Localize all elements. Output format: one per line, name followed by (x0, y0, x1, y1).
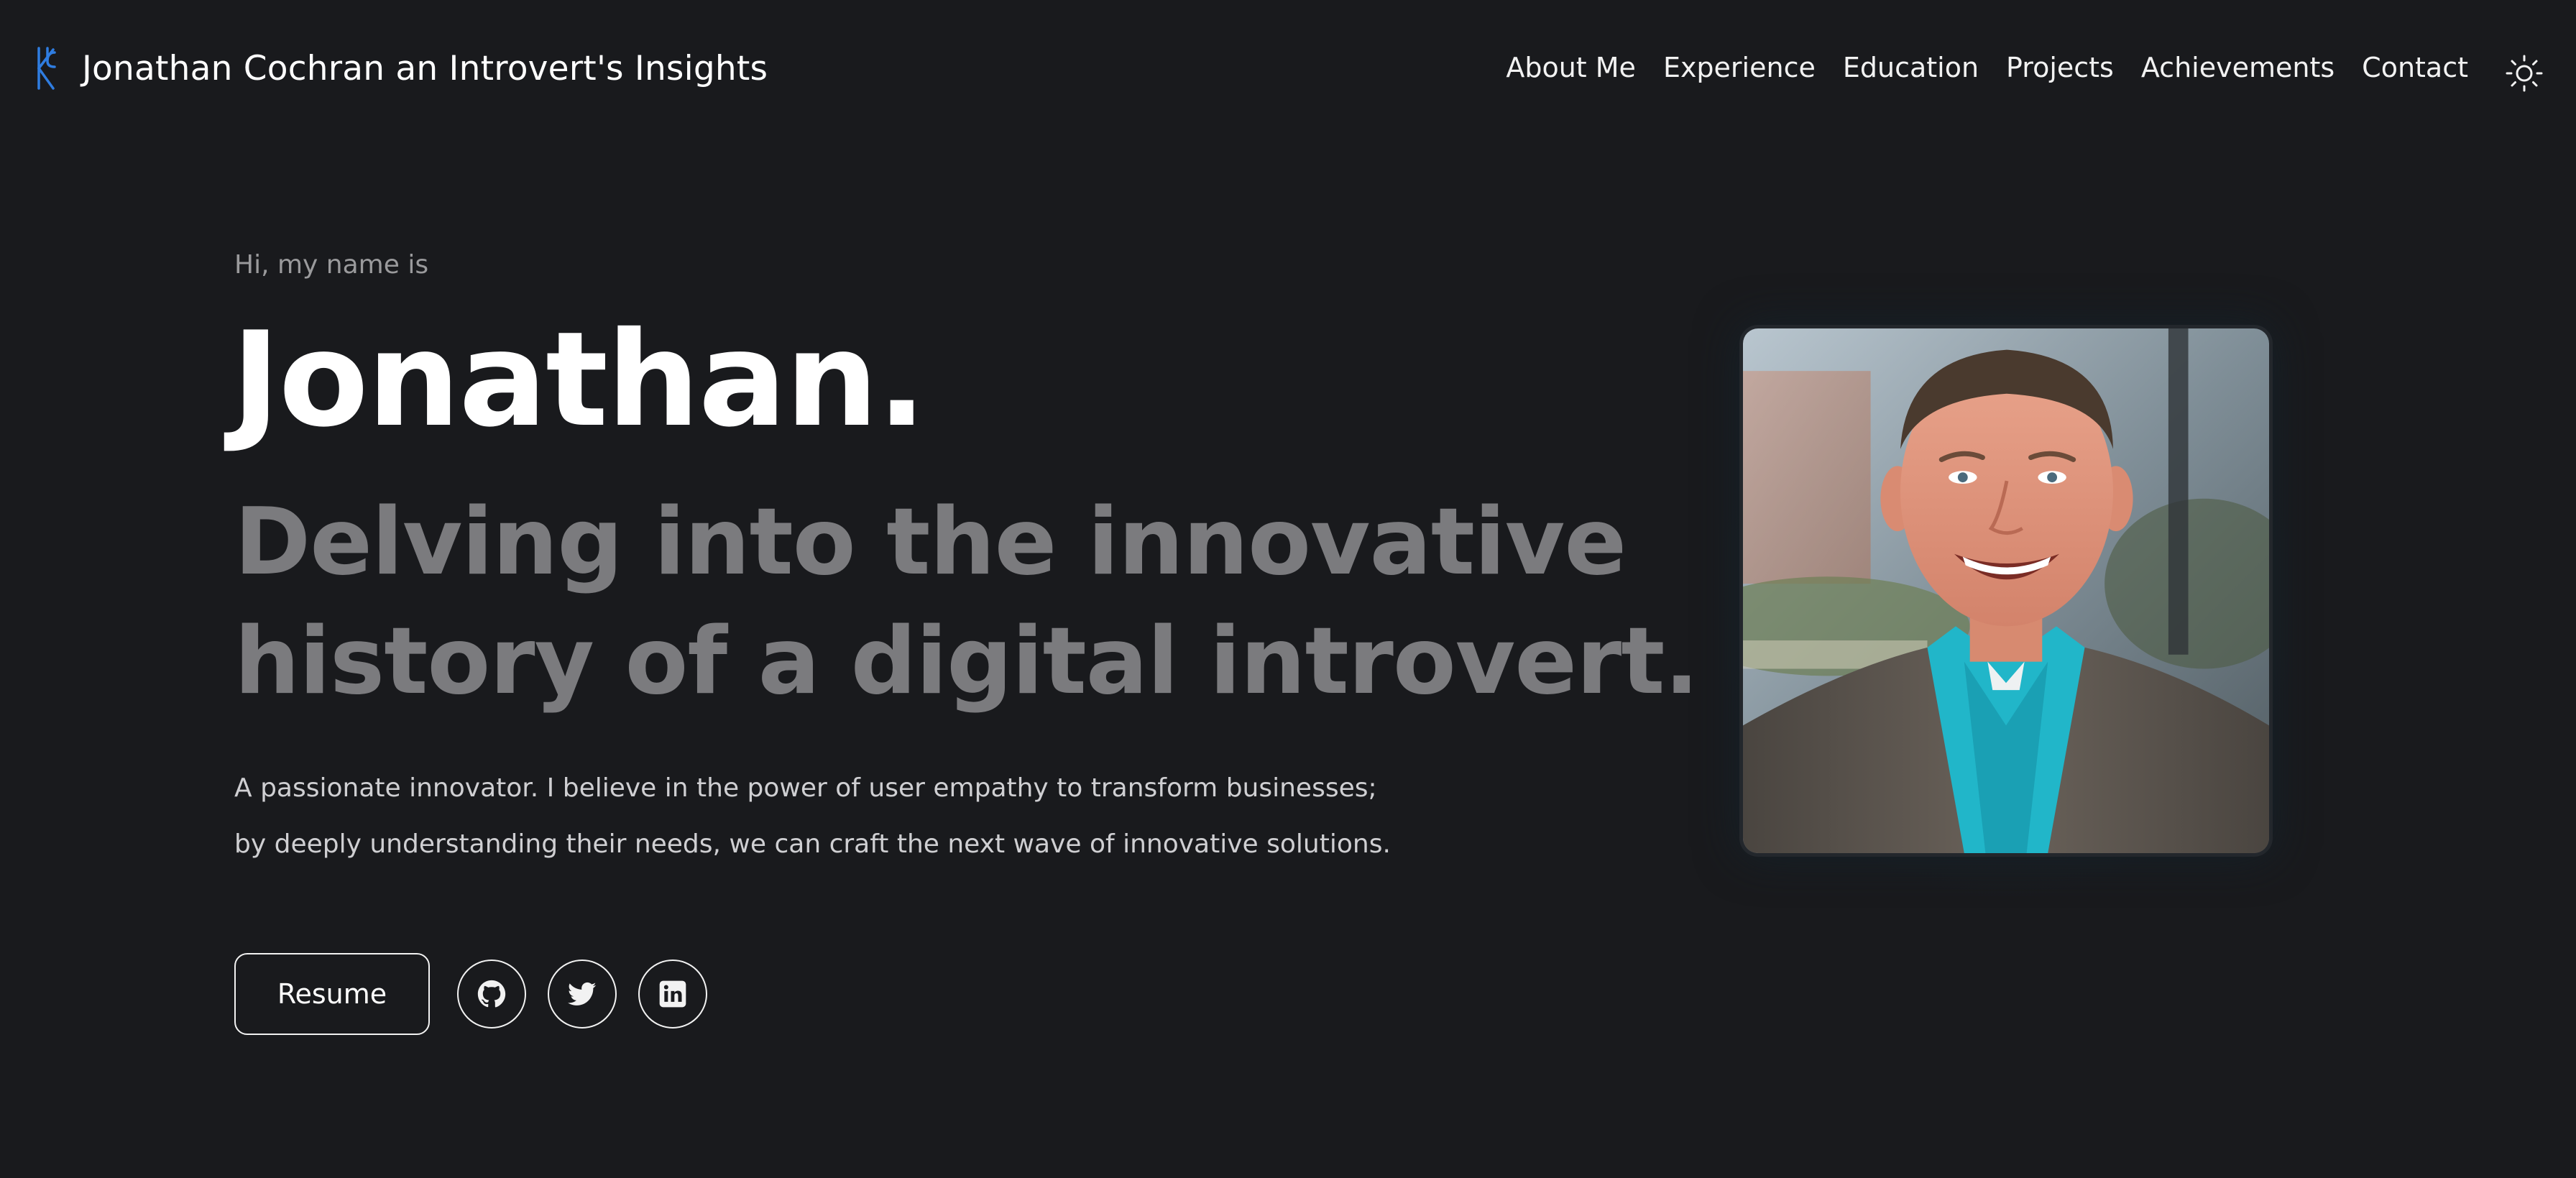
description-line-1: A passionate innovator. I believe in the… (234, 773, 1377, 803)
nav-projects[interactable]: Projects (2006, 52, 2114, 83)
linkedin-icon (659, 980, 686, 1008)
nav-contact[interactable]: Contact (2362, 52, 2468, 83)
twitter-button[interactable] (548, 960, 617, 1029)
description-line-2: by deeply understanding their needs, we … (234, 829, 1391, 859)
nav-about-me[interactable]: About Me (1506, 52, 1636, 83)
portfolio-page: Jonathan Cochran an Introvert's Insights… (0, 0, 2576, 1178)
hero-name: Jonathan. (231, 303, 926, 456)
main-nav: About Me Experience Education Projects A… (1478, 46, 2468, 89)
github-icon (477, 980, 506, 1008)
twitter-icon (568, 982, 597, 1006)
linkedin-button[interactable] (638, 960, 707, 1029)
profile-photo (1739, 325, 2273, 857)
resume-button[interactable]: Resume (234, 953, 430, 1035)
site-title[interactable]: Jonathan Cochran an Introvert's Insights (82, 49, 768, 88)
tagline-line-1: Delving into the innovative (234, 489, 1627, 596)
github-button[interactable] (457, 960, 526, 1029)
nav-education[interactable]: Education (1843, 52, 1979, 83)
sun-icon[interactable] (2504, 53, 2544, 93)
site-header: Jonathan Cochran an Introvert's Insights… (0, 0, 2576, 137)
hero-actions: Resume (234, 953, 707, 1035)
brand[interactable]: Jonathan Cochran an Introvert's Insights (32, 43, 768, 93)
tagline-line-2: history of a digital introvert. (234, 608, 1699, 716)
hero-tagline: Delving into the innovative history of a… (234, 483, 1699, 722)
kc-monogram-icon (37, 47, 56, 90)
nav-achievements[interactable]: Achievements (2141, 52, 2334, 83)
profile-photo-illustration (1743, 328, 2269, 853)
hero-description: A passionate innovator. I believe in the… (234, 760, 1391, 873)
nav-experience[interactable]: Experience (1663, 52, 1816, 83)
intro-text: Hi, my name is (234, 250, 429, 280)
